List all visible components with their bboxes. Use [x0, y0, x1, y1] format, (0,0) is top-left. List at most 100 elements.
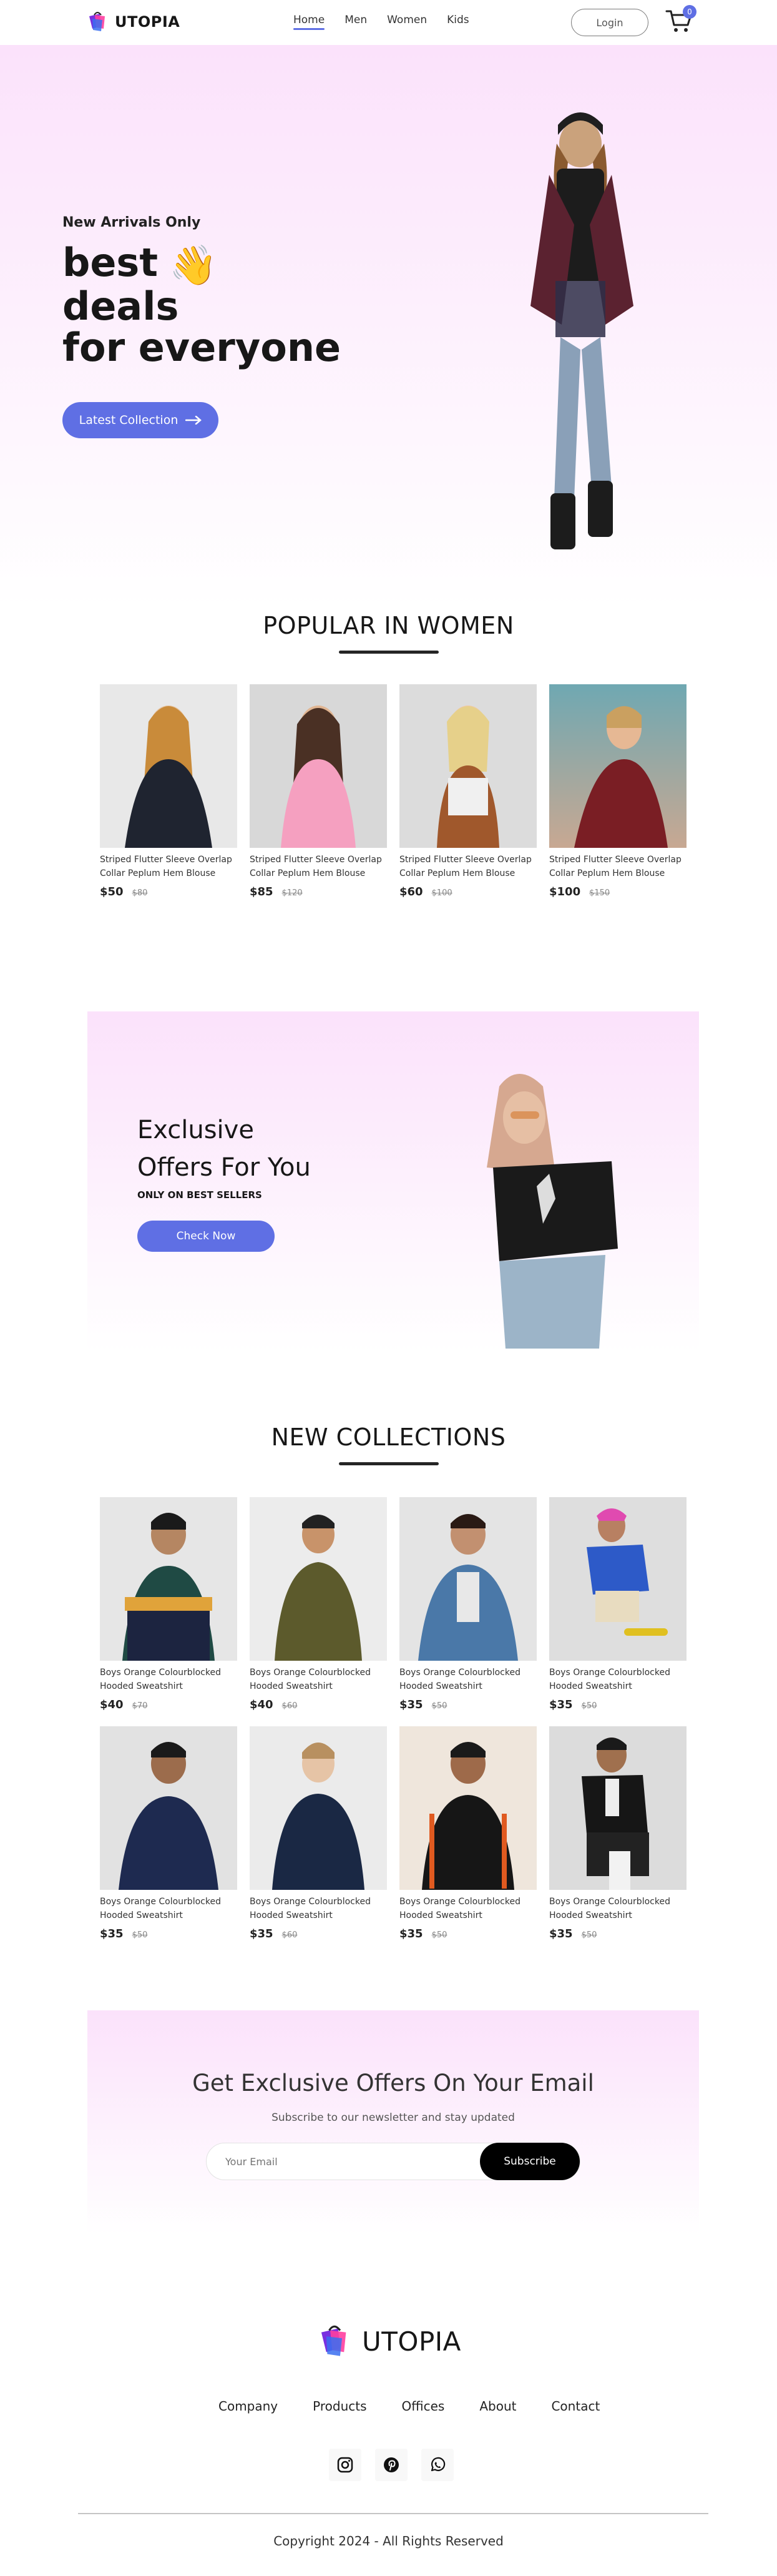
- product-card[interactable]: Boys Orange Colourblocked Hooded Sweatsh…: [549, 1726, 687, 1940]
- product-name[interactable]: Boys Orange Colourblocked Hooded Sweatsh…: [549, 1895, 687, 1922]
- product-old-price: $150: [589, 888, 610, 898]
- check-now-button[interactable]: Check Now: [137, 1221, 275, 1252]
- hero-model-image: [530, 112, 633, 549]
- instagram-icon[interactable]: [329, 2449, 361, 2481]
- menu-item-women[interactable]: Women: [387, 14, 427, 30]
- product-image[interactable]: [100, 1726, 237, 1890]
- product-card[interactable]: Striped Flutter Sleeve Overlap Collar Pe…: [549, 684, 687, 898]
- product-card[interactable]: Striped Flutter Sleeve Overlap Collar Pe…: [250, 684, 387, 898]
- footer-link-offices[interactable]: Offices: [402, 2399, 445, 2414]
- product-old-price: $50: [581, 1930, 597, 1940]
- popular-title: POPULAR IN WOMEN: [263, 612, 514, 639]
- product-image[interactable]: [100, 684, 237, 848]
- product-name[interactable]: Boys Orange Colourblocked Hooded Sweatsh…: [250, 1895, 387, 1922]
- product-card[interactable]: Boys Orange Colourblocked Hooded Sweatsh…: [399, 1726, 537, 1940]
- shopping-bag-logo-icon: [321, 2325, 346, 2356]
- product-image[interactable]: [250, 684, 387, 848]
- product-name[interactable]: Striped Flutter Sleeve Overlap Collar Pe…: [399, 853, 537, 880]
- whatsapp-icon[interactable]: [421, 2449, 454, 2481]
- offer-banner: Exclusive Offers For You ONLY ON BEST SE…: [87, 1011, 699, 1352]
- footer-brand-name: UTOPIA: [362, 2326, 461, 2357]
- hero-heading: best 👋 deals for everyone: [62, 242, 341, 368]
- newsletter-section: Get Exclusive Offers On Your Email Subsc…: [87, 2010, 699, 2235]
- latest-collection-button[interactable]: Latest Collection: [62, 402, 218, 438]
- offer-model-image: [487, 1074, 618, 1349]
- hero-section: New Arrivals Only best 👋 deals for everyo…: [0, 45, 777, 607]
- product-price: $35: [549, 1698, 573, 1711]
- hero-line-2: deals: [62, 283, 179, 329]
- footer-divider: [78, 2513, 708, 2514]
- product-card[interactable]: Boys Orange Colourblocked Hooded Sweatsh…: [399, 1497, 537, 1711]
- popular-grid: Striped Flutter Sleeve Overlap Collar Pe…: [100, 684, 687, 898]
- product-name[interactable]: Boys Orange Colourblocked Hooded Sweatsh…: [100, 1666, 237, 1693]
- product-price: $35: [250, 1927, 273, 1940]
- product-price: $40: [250, 1698, 273, 1711]
- product-name[interactable]: Striped Flutter Sleeve Overlap Collar Pe…: [100, 853, 237, 880]
- footer-logo[interactable]: UTOPIA: [318, 2323, 461, 2360]
- footer-link-products[interactable]: Products: [313, 2399, 366, 2414]
- subscribe-button[interactable]: Subscribe: [480, 2143, 580, 2180]
- newsletter-form: Subscribe: [206, 2143, 580, 2180]
- product-old-price: $60: [281, 1701, 298, 1711]
- waving-hand-icon: 👋: [169, 242, 218, 288]
- product-image[interactable]: [100, 1497, 237, 1661]
- product-name[interactable]: Boys Orange Colourblocked Hooded Sweatsh…: [100, 1895, 237, 1922]
- login-button[interactable]: Login: [571, 9, 648, 36]
- product-image[interactable]: [250, 1726, 387, 1890]
- email-input[interactable]: [207, 2143, 481, 2180]
- social-links: [329, 2449, 454, 2481]
- collections-title: NEW COLLECTIONS: [271, 1423, 506, 1451]
- arrow-right-icon: [185, 416, 202, 425]
- product-old-price: $70: [132, 1701, 148, 1711]
- product-price: $35: [399, 1698, 423, 1711]
- product-name[interactable]: Boys Orange Colourblocked Hooded Sweatsh…: [250, 1666, 387, 1693]
- product-old-price: $60: [281, 1930, 298, 1940]
- footer-links: Company Products Offices About Contact: [218, 2399, 600, 2414]
- footer-link-company[interactable]: Company: [218, 2399, 278, 2414]
- product-old-price: $100: [431, 888, 452, 898]
- product-image[interactable]: [399, 1726, 537, 1890]
- product-name[interactable]: Striped Flutter Sleeve Overlap Collar Pe…: [549, 853, 687, 880]
- newsletter-title: Get Exclusive Offers On Your Email: [192, 2070, 594, 2097]
- pinterest-icon[interactable]: [375, 2449, 408, 2481]
- menu-item-home[interactable]: Home: [293, 14, 325, 30]
- product-image[interactable]: [399, 1497, 537, 1661]
- shopping-bag-logo-icon: [89, 12, 105, 31]
- product-card[interactable]: Boys Orange Colourblocked Hooded Sweatsh…: [549, 1497, 687, 1711]
- product-image[interactable]: [549, 684, 687, 848]
- product-image[interactable]: [250, 1497, 387, 1661]
- product-image[interactable]: [399, 684, 537, 848]
- product-name[interactable]: Boys Orange Colourblocked Hooded Sweatsh…: [549, 1666, 687, 1693]
- menu-item-kids[interactable]: Kids: [447, 14, 469, 30]
- offer-heading: Exclusive Offers For You: [137, 1111, 311, 1186]
- top-navbar: UTOPIA Home Men Women Kids Login 0: [0, 0, 777, 45]
- product-image[interactable]: [549, 1726, 687, 1890]
- brand-logo[interactable]: UTOPIA: [87, 10, 180, 34]
- footer-link-about[interactable]: About: [479, 2399, 516, 2414]
- product-price: $50: [100, 885, 124, 898]
- product-image[interactable]: [549, 1497, 687, 1661]
- product-card[interactable]: Boys Orange Colourblocked Hooded Sweatsh…: [100, 1497, 237, 1711]
- product-name[interactable]: Boys Orange Colourblocked Hooded Sweatsh…: [399, 1895, 537, 1922]
- menu-item-men[interactable]: Men: [345, 14, 367, 30]
- product-old-price: $50: [132, 1930, 148, 1940]
- product-price: $35: [100, 1927, 124, 1940]
- product-card[interactable]: Boys Orange Colourblocked Hooded Sweatsh…: [100, 1726, 237, 1940]
- popular-header: POPULAR IN WOMEN: [0, 612, 777, 654]
- product-old-price: $50: [431, 1930, 447, 1940]
- product-card[interactable]: Striped Flutter Sleeve Overlap Collar Pe…: [399, 684, 537, 898]
- product-card[interactable]: Boys Orange Colourblocked Hooded Sweatsh…: [250, 1726, 387, 1940]
- offer-line-2: Offers For You: [137, 1153, 311, 1182]
- product-card[interactable]: Boys Orange Colourblocked Hooded Sweatsh…: [250, 1497, 387, 1711]
- latest-collection-label: Latest Collection: [79, 413, 178, 427]
- product-name[interactable]: Striped Flutter Sleeve Overlap Collar Pe…: [250, 853, 387, 880]
- hero-line-3: for everyone: [62, 324, 341, 370]
- product-price: $60: [399, 885, 423, 898]
- hero-tagline: New Arrivals Only: [62, 215, 201, 230]
- brand-name: UTOPIA: [115, 13, 180, 31]
- footer-link-contact[interactable]: Contact: [551, 2399, 600, 2414]
- product-old-price: $50: [431, 1701, 447, 1711]
- product-card[interactable]: Striped Flutter Sleeve Overlap Collar Pe…: [100, 684, 237, 898]
- product-name[interactable]: Boys Orange Colourblocked Hooded Sweatsh…: [399, 1666, 537, 1693]
- product-price: $100: [549, 885, 581, 898]
